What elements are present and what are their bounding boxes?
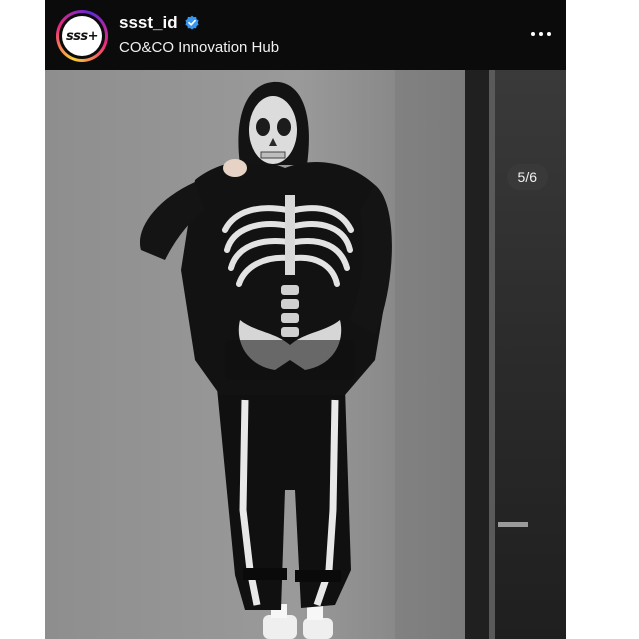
post-header: sss+ ssst_id CO&CO Innovation Hub	[45, 0, 566, 70]
post-photo[interactable]: 5/6	[45, 70, 566, 639]
cuff-right	[295, 570, 341, 582]
cuff-left	[243, 568, 287, 580]
username-row: ssst_id	[119, 13, 200, 33]
instagram-post: sss+ ssst_id CO&CO Innovation Hub 5/6	[45, 0, 566, 639]
door-frame-light	[489, 70, 495, 639]
door-frame	[465, 70, 489, 639]
more-options-icon[interactable]	[526, 22, 556, 46]
avatar-logo: sss+	[65, 28, 99, 44]
dot	[547, 32, 551, 36]
sternum	[285, 195, 295, 275]
dot	[539, 32, 543, 36]
avatar[interactable]: sss+	[62, 16, 102, 56]
door-glass	[495, 70, 566, 639]
shoe-left	[263, 615, 297, 639]
verified-badge-icon	[184, 15, 199, 30]
eye-right	[277, 118, 291, 136]
shoe-right	[303, 618, 333, 639]
avatar-border: sss+	[59, 13, 105, 59]
photo-illustration	[45, 70, 566, 639]
username[interactable]: ssst_id	[119, 13, 178, 33]
carousel-counter: 5/6	[506, 164, 548, 190]
eye-left	[256, 118, 270, 136]
wall-shadow	[395, 70, 465, 639]
location-label[interactable]: CO&CO Innovation Hub	[119, 39, 279, 56]
hoodie-pocket	[225, 340, 355, 380]
teeth	[260, 151, 286, 159]
hand	[223, 159, 247, 177]
story-ring[interactable]: sss+	[56, 10, 108, 62]
sock-right	[307, 606, 323, 620]
dot	[531, 32, 535, 36]
door-handle	[498, 522, 528, 527]
